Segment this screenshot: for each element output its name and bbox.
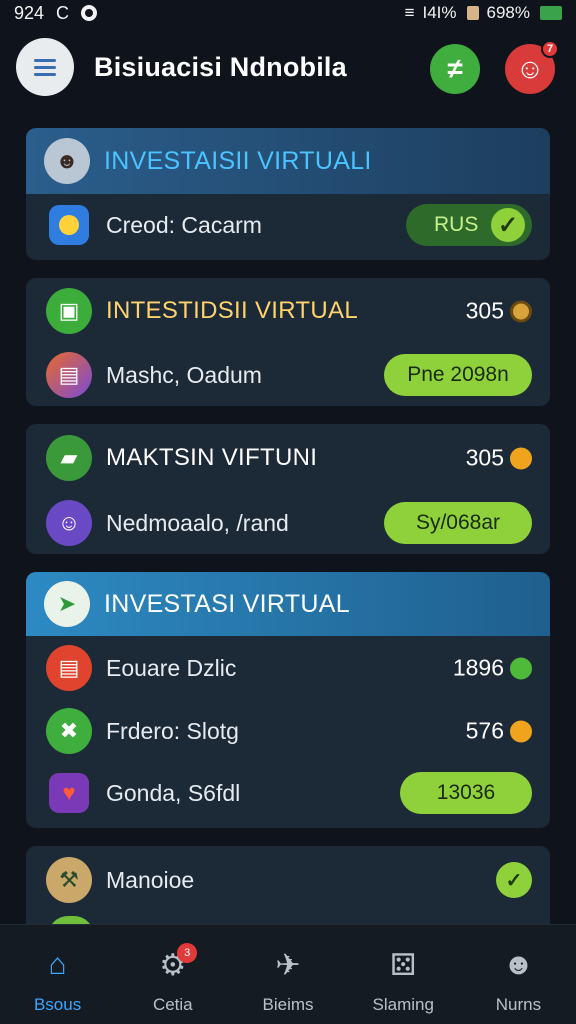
row-label: Mashc, Oadum <box>106 361 262 388</box>
row-value: 576 <box>465 717 504 744</box>
coin-icon <box>510 657 532 679</box>
page-title: Bisiuacisi Ndnobila <box>94 52 347 82</box>
nav-item-rocket[interactable]: ✈ Bieims <box>230 925 345 1024</box>
check-icon: ✓ <box>496 862 532 898</box>
card-header: ➤ INVESTASI VIRTUAL <box>26 572 550 636</box>
person-icon: ☻ <box>55 148 79 173</box>
rocket-icon: ➤ <box>44 581 90 627</box>
card-header: ▣ INTESTIDSII VIRTUAL 305 <box>26 278 550 344</box>
nav-label: Nurns <box>495 995 542 1014</box>
wifi-icon: ≡ <box>404 3 415 22</box>
row-label: Nedmoaalo, /rand <box>106 509 289 536</box>
coin-icon <box>510 447 532 469</box>
menu-icon <box>34 58 56 62</box>
nav-label: Slaming <box>372 995 434 1014</box>
card-title: INVESTASI VIRTUAL <box>104 589 350 618</box>
list-item[interactable]: ⚒ Manoioe ✓ <box>26 846 550 914</box>
chart-icon: ▤ <box>46 352 92 398</box>
card-header: ▰ MAKTSIN VIFTUNI 305 <box>26 424 550 492</box>
user-icon: ☻ <box>502 948 535 981</box>
investment-card-2: ▣ INTESTIDSII VIRTUAL 305 ▤ Mashc, Oadum… <box>26 278 550 406</box>
ticket-icon: ▰ <box>46 435 92 481</box>
list-item[interactable]: Creod: Cacarm RUS ✓ <box>26 194 550 256</box>
nav-badge: 3 <box>177 943 198 963</box>
battery-small-icon <box>466 6 479 20</box>
card-title: INTESTIDSII VIRTUAL <box>106 297 358 324</box>
carrier-icon: C <box>56 2 70 23</box>
action-pill[interactable]: Sy/068ar <box>384 502 532 544</box>
nav-item-profile[interactable]: ☻ Nurns <box>461 925 576 1024</box>
add-button[interactable]: ≠ <box>430 44 480 94</box>
battery-icon <box>540 6 562 20</box>
nav-label: Cetia <box>152 995 193 1014</box>
row-value: 1896 <box>452 654 504 681</box>
list-item[interactable]: ✖ Frdero: Slotg 576 <box>26 700 550 762</box>
card-value: 305 <box>465 444 504 471</box>
card-value: 305 <box>465 297 504 324</box>
investment-card-3: ▰ MAKTSIN VIFTUNI 305 ☺ Nedmoaalo, /rand… <box>26 424 550 554</box>
row-label: Frdero: Slotg <box>106 717 239 744</box>
app-screen: 924 C ≡ I4I% 698% Bisiuacisi Ndnobila ≠ … <box>0 0 576 1024</box>
card-title: MAKTSIN VIFTUNI <box>106 444 318 471</box>
rocket-icon: ✈ <box>275 948 301 982</box>
row-label: Eouare Dzlic <box>106 654 237 681</box>
bulb-icon <box>49 205 89 245</box>
heart-icon: ♥ <box>49 773 89 813</box>
profile-button[interactable]: ☺ 7 <box>505 40 559 94</box>
signal-text: I4I% <box>422 3 457 22</box>
status-bar: 924 C ≡ I4I% 698% <box>0 0 576 26</box>
battery-text: 698% <box>486 3 530 22</box>
list-item[interactable]: ▤ Mashc, Oadum Pne 2098n <box>26 344 550 406</box>
check-icon: ✓ <box>488 205 528 245</box>
dice-icon: ⚄ <box>390 948 417 982</box>
list-item[interactable]: ▤ Eouare Dzlic 1896 <box>26 636 550 700</box>
row-label: Manoioe <box>106 866 195 893</box>
nav-item-settings[interactable]: ⚙ 3 Cetia <box>115 925 230 1024</box>
coin-icon <box>510 720 532 742</box>
nav-item-home[interactable]: ⌂ Bsous <box>0 925 115 1024</box>
building-icon: ▣ <box>46 288 92 334</box>
row-label: Gonda, S6fdl <box>106 779 241 806</box>
investment-card-4: ➤ INVESTASI VIRTUAL ▤ Eouare Dzlic 1896 … <box>26 572 550 828</box>
action-pill[interactable]: 13036 <box>400 772 532 814</box>
list-icon: ▤ <box>46 645 92 691</box>
app-header: Bisiuacisi Ndnobila ≠ ☺ 7 <box>0 34 576 104</box>
home-icon: ⌂ <box>48 948 67 981</box>
bottom-nav: ⌂ Bsous ⚙ 3 Cetia ✈ Bieims ⚄ Slaming ☻ N… <box>0 924 576 1024</box>
list-item[interactable]: ♥ Gonda, S6fdl 13036 <box>26 762 550 824</box>
investment-card-5: ⚒ Manoioe ✓ <box>26 846 550 926</box>
menu-button[interactable] <box>16 38 74 96</box>
wrench-icon: ⚒ <box>46 857 92 903</box>
row-label: Creod: Cacarm <box>106 211 262 238</box>
record-icon <box>81 5 98 21</box>
tools-icon: ✖ <box>46 708 92 754</box>
nav-item-gaming[interactable]: ⚄ Slaming <box>346 925 461 1024</box>
plus-icon: ≠ <box>447 53 463 84</box>
list-item[interactable]: ☺ Nedmoaalo, /rand Sy/068ar <box>26 492 550 554</box>
nav-label: Bsous <box>33 995 82 1014</box>
investment-card-1: ☻ INVESTAISII VIRTUALI Creod: Cacarm RUS… <box>26 128 550 260</box>
nav-label: Bieims <box>262 995 314 1014</box>
card-title: INVESTAISII VIRTUALI <box>104 146 372 175</box>
user-group-icon: ☺ <box>515 53 545 84</box>
status-time: 924 <box>14 2 45 23</box>
action-pill[interactable]: Pne 2098n <box>384 354 532 396</box>
notification-badge: 7 <box>541 40 559 58</box>
avatar: ☻ <box>44 138 90 184</box>
coin-icon <box>510 300 532 322</box>
card-header: ☻ INVESTAISII VIRTUALI <box>26 128 550 194</box>
avatar: ☺ <box>46 500 92 546</box>
